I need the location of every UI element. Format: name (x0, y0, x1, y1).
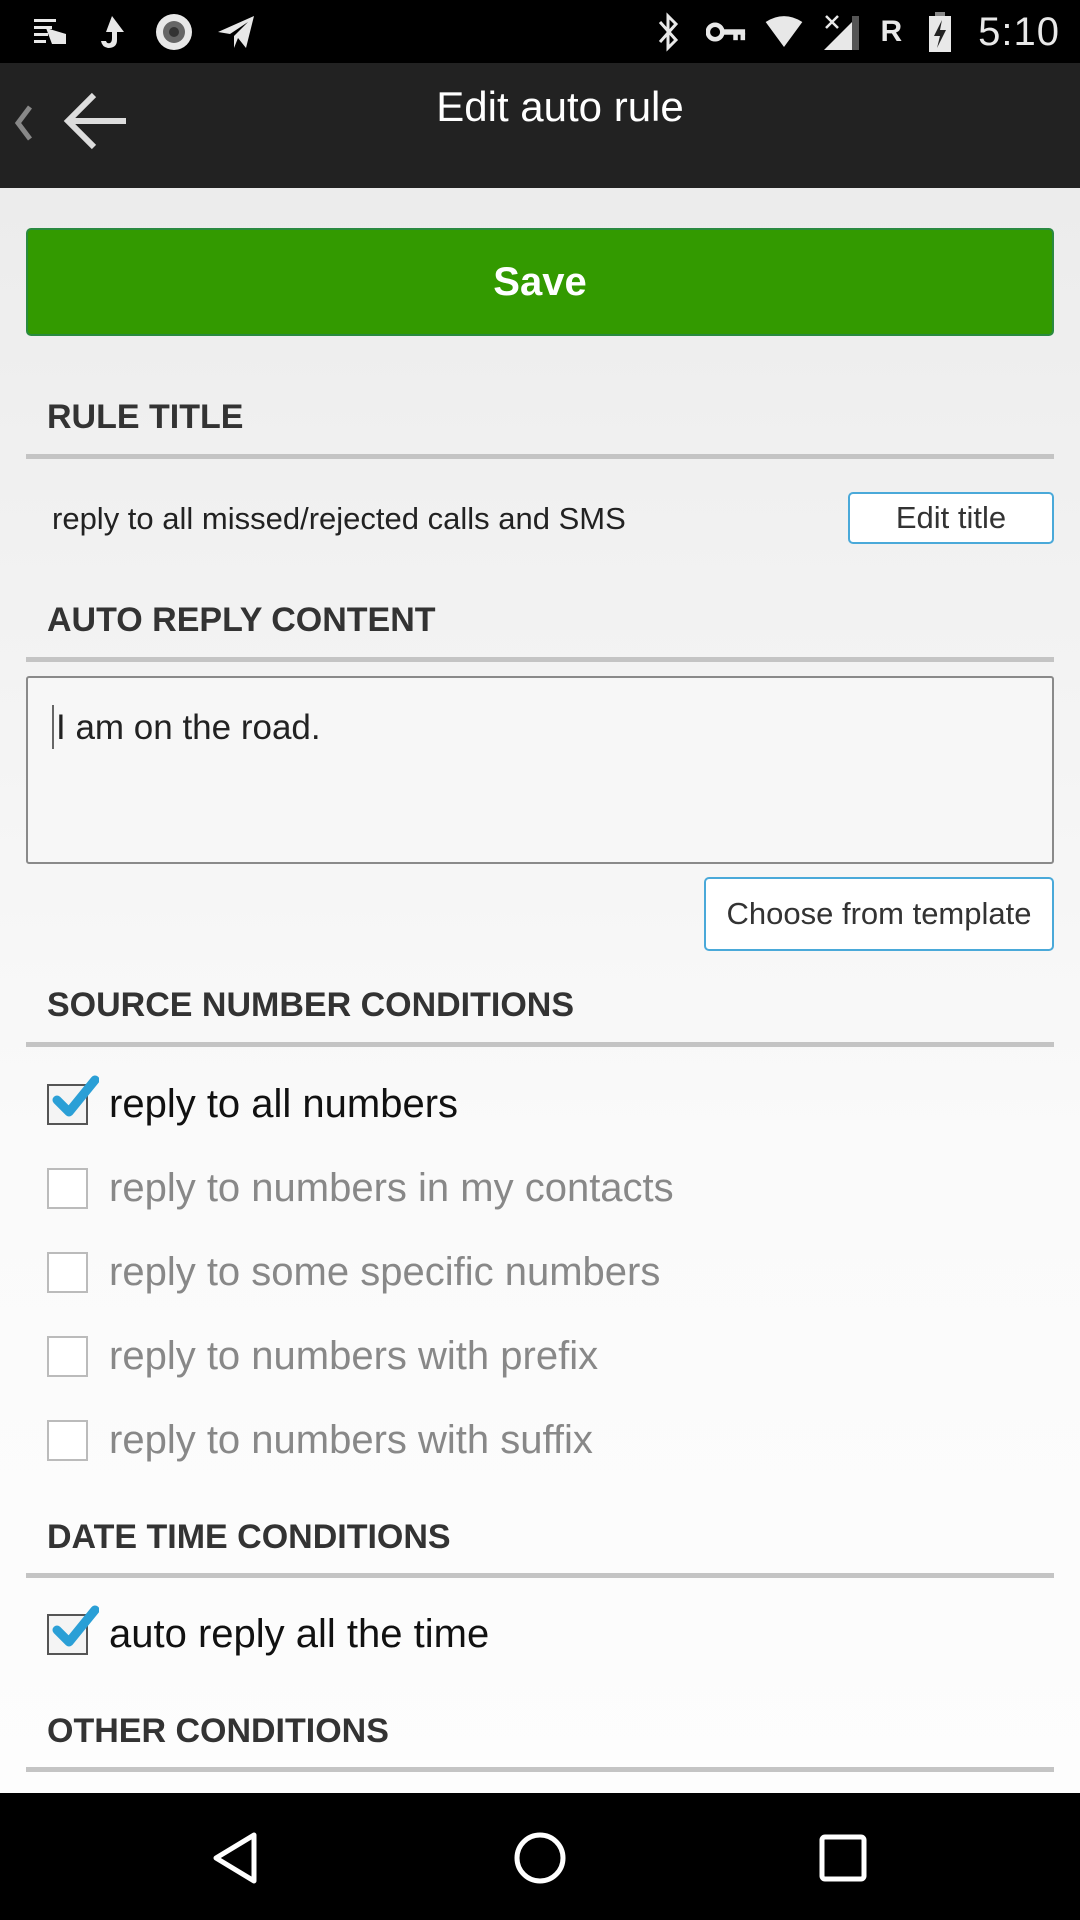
edit-title-button[interactable]: Edit title (848, 492, 1054, 544)
checkbox[interactable] (47, 1251, 88, 1293)
nav-recents-button[interactable] (808, 1823, 878, 1893)
navigation-bar (0, 1793, 1080, 1920)
auto-reply-text: I am on the road. (56, 708, 321, 747)
checkbox-reply-specific-numbers[interactable]: reply to some specific numbers (47, 1242, 660, 1302)
checkbox-reply-prefix[interactable]: reply to numbers with prefix (47, 1326, 598, 1386)
home-circle-icon (514, 1832, 566, 1884)
notification-stack-icon (30, 12, 70, 52)
checkbox[interactable] (47, 1167, 88, 1209)
checkbox[interactable] (47, 1335, 88, 1377)
text-cursor (52, 704, 54, 749)
rule-title-heading: RULE TITLE (47, 398, 244, 436)
checkbox-label: reply to numbers in my contacts (109, 1165, 674, 1210)
checkbox-label: reply to numbers with prefix (109, 1333, 599, 1378)
checkbox-reply-suffix[interactable]: reply to numbers with suffix (47, 1410, 593, 1470)
section-divider (26, 454, 1054, 459)
checkmark-icon (52, 1075, 99, 1116)
bluetooth-icon (648, 12, 688, 52)
back-triangle-icon (213, 1832, 257, 1884)
page-title: Edit auto rule (436, 83, 684, 130)
upload-app-icon (92, 12, 132, 52)
checkbox[interactable] (47, 1075, 99, 1125)
section-divider (26, 1042, 1054, 1047)
checkbox-label: reply to some specific numbers (109, 1249, 661, 1294)
action-bar: Edit auto rule (0, 63, 1080, 188)
auto-reply-textarea[interactable]: I am on the road. (26, 676, 1054, 864)
source-conditions-heading: SOURCE NUMBER CONDITIONS (47, 986, 575, 1024)
recents-square-icon (819, 1834, 867, 1882)
wifi-icon (764, 12, 804, 52)
send-icon (216, 12, 256, 52)
status-bar: R 5:10 (0, 0, 1080, 63)
checkbox-auto-reply-all-time[interactable]: auto reply all the time (47, 1604, 489, 1664)
checkbox-label: auto reply all the time (109, 1611, 490, 1656)
checkbox-reply-all-numbers[interactable]: reply to all numbers (47, 1074, 458, 1134)
save-button[interactable]: Save (26, 228, 1054, 336)
signal-no-service-icon (822, 12, 862, 52)
choose-template-button[interactable]: Choose from template (704, 877, 1054, 951)
roaming-indicator: R (880, 15, 903, 48)
rule-title-value: reply to all missed/rejected calls and S… (52, 501, 626, 536)
section-divider (26, 1573, 1054, 1578)
nav-home-button[interactable] (505, 1823, 575, 1893)
section-divider (26, 657, 1054, 662)
nav-back-button[interactable] (200, 1823, 270, 1893)
clock: 5:10 (978, 9, 1060, 54)
other-conditions-heading: OTHER CONDITIONS (47, 1712, 389, 1750)
datetime-conditions-heading: DATE TIME CONDITIONS (47, 1518, 451, 1556)
auto-reply-heading: AUTO REPLY CONTENT (47, 601, 436, 639)
checkbox-reply-contacts[interactable]: reply to numbers in my contacts (47, 1158, 674, 1218)
checkbox-label: reply to all numbers (109, 1081, 459, 1126)
record-icon (154, 12, 194, 52)
battery-charging-icon (920, 12, 960, 52)
vpn-key-icon (706, 12, 746, 52)
checkmark-icon (52, 1605, 99, 1646)
checkbox[interactable] (47, 1605, 99, 1655)
section-divider (26, 1767, 1054, 1772)
edit-rule-form: Save RULE TITLE reply to all missed/reje… (0, 188, 1080, 1793)
checkbox[interactable] (47, 1419, 88, 1461)
checkbox-label: reply to numbers with suffix (109, 1417, 593, 1462)
